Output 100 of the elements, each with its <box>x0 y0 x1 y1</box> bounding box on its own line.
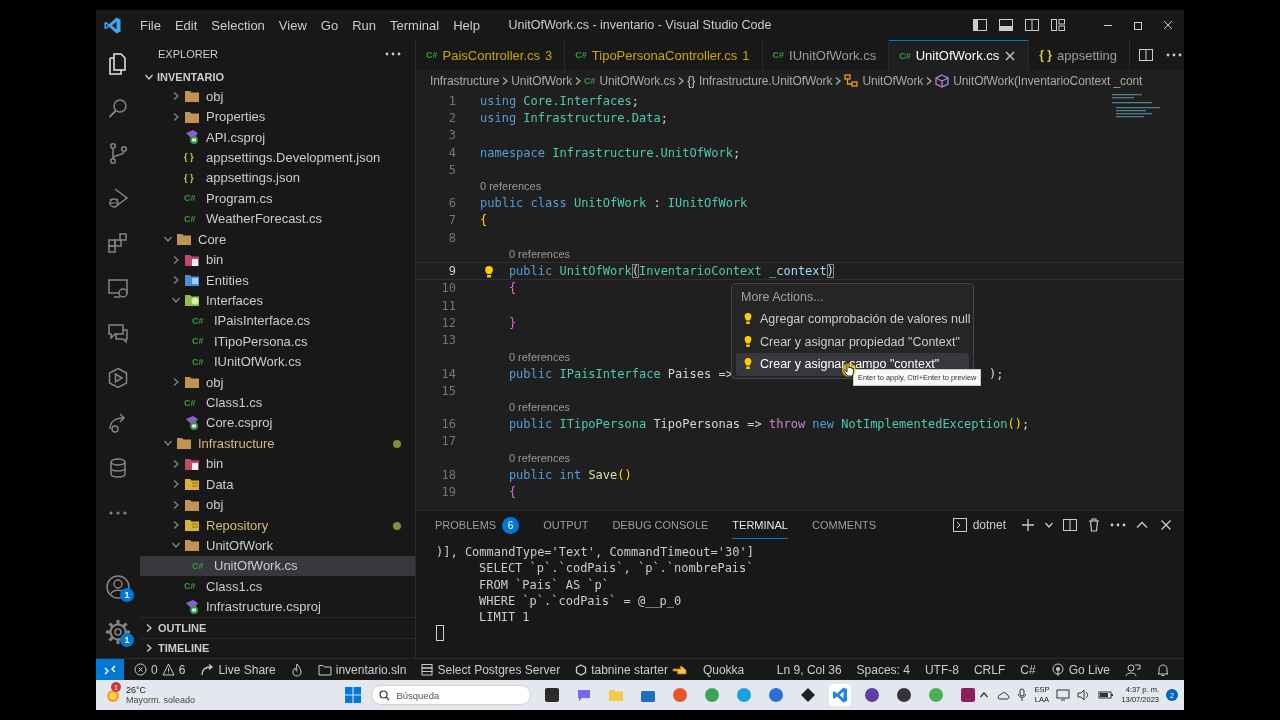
chevron-icon[interactable] <box>171 499 181 510</box>
tree-item[interactable]: API.csproj <box>140 126 415 148</box>
microphone-icon[interactable] <box>1017 688 1028 702</box>
menu-item[interactable]: View <box>271 14 314 36</box>
breadcrumb-item[interactable]: UnitOfWork <box>511 74 573 88</box>
status-item[interactable]: UTF-8 <box>924 662 959 677</box>
status-item[interactable]: Ln 9, Col 36 <box>776 662 842 677</box>
tree-item[interactable]: C# WeatherForecast.cs <box>140 208 415 229</box>
app-icon[interactable] <box>896 687 913 703</box>
split-icon[interactable] <box>1062 517 1078 533</box>
blocks-icon[interactable] <box>106 230 130 255</box>
search-field[interactable]: Búsqueda <box>371 685 532 705</box>
app-icon[interactable] <box>800 687 817 703</box>
more-icon[interactable] <box>385 52 401 56</box>
chevron-icon[interactable] <box>171 458 181 469</box>
trash-icon[interactable] <box>1086 517 1102 533</box>
menu-item[interactable]: Terminal <box>383 14 447 36</box>
chevron-icon[interactable] <box>171 91 181 102</box>
problems-indicator[interactable]: 0 6 <box>134 662 186 677</box>
tree-item[interactable]: Core <box>140 228 415 250</box>
chevron-icon[interactable] <box>171 111 181 122</box>
tree-item[interactable]: bin <box>140 249 415 270</box>
close-icon[interactable] <box>1004 49 1017 62</box>
menu-item[interactable]: Selection <box>204 14 272 36</box>
terminal-selector[interactable]: dotnet <box>951 517 1006 533</box>
breadcrumb-item[interactable]: {} Infrastructure.UnitOfWork <box>687 74 833 88</box>
app-icon[interactable] <box>960 687 977 703</box>
editor-tab[interactable]: { } appsetting <box>1029 40 1130 70</box>
layout-grid-icon[interactable] <box>1050 17 1066 33</box>
codelens-link[interactable]: 0 references <box>508 248 571 261</box>
codelens-link[interactable]: 0 references <box>508 401 571 414</box>
flame-icon[interactable] <box>290 662 303 677</box>
vscode-logo-icon[interactable] <box>104 16 121 34</box>
tree-item[interactable]: Properties <box>140 106 415 127</box>
tree-item[interactable]: Core.csproj <box>140 412 415 434</box>
codelens-link[interactable]: 0 references <box>480 180 542 193</box>
panel-tab[interactable]: PROBLEMS 6 <box>435 511 520 539</box>
status-item[interactable]: Spaces: 4 <box>856 662 910 677</box>
sidebar-toggle-icon[interactable] <box>972 17 988 33</box>
chevron-icon[interactable] <box>144 622 154 633</box>
panel-toggle-icon[interactable] <box>998 17 1014 33</box>
app-icon[interactable] <box>544 687 561 703</box>
menu-item[interactable]: Crear y asignar propiedad "Context" <box>736 330 969 353</box>
tree-item[interactable]: C# Class1.cs <box>140 576 415 597</box>
chevron-icon[interactable] <box>171 254 181 265</box>
split-editor-icon[interactable] <box>1138 47 1154 63</box>
monitor-icon[interactable] <box>1056 689 1071 701</box>
tree-item[interactable]: Data <box>140 474 415 495</box>
tree-item[interactable]: UnitOfWork <box>140 535 415 556</box>
breadcrumb-item[interactable]: C# UnitOfWork.cs <box>584 74 676 88</box>
minimap-drawing[interactable] <box>1112 94 1160 120</box>
tree-item[interactable]: Infrastructure.csproj <box>140 596 415 617</box>
chevron-icon[interactable] <box>144 72 154 82</box>
tree-item[interactable]: obj <box>140 371 415 393</box>
status-item[interactable]: inventario.sln <box>317 662 407 677</box>
status-item[interactable]: tabnine starter <box>575 662 688 677</box>
tree-item[interactable]: C# Class1.cs <box>140 392 415 413</box>
menu-item[interactable]: Edit <box>167 14 205 36</box>
chevron-icon[interactable] <box>171 479 181 490</box>
panel-tab[interactable]: DEBUG CONSOLE <box>612 511 709 539</box>
editor-tab[interactable]: C# PaisController.cs 3 <box>416 40 566 70</box>
status-item[interactable]: Go Live <box>1050 662 1110 677</box>
tree-item[interactable]: Entities <box>140 269 415 291</box>
tree-item[interactable]: C# IUnitOfWork.cs <box>140 351 415 372</box>
panel-tab[interactable]: TERMINAL <box>732 511 788 539</box>
hexagon-play-icon[interactable] <box>106 365 130 390</box>
codelens-link[interactable]: 0 references <box>508 452 571 465</box>
folder-header[interactable]: INVENTARIO <box>140 68 415 86</box>
status-item[interactable]: C# <box>1020 662 1036 677</box>
status-item[interactable]: Select Postgres Server <box>421 662 561 677</box>
menu-item[interactable]: Agregar comprobación de valores null <box>736 308 969 331</box>
chevron-icon[interactable] <box>144 643 154 654</box>
feedback-person-icon[interactable] <box>1125 662 1141 677</box>
plus-icon[interactable] <box>1020 517 1036 533</box>
windows-start-icon[interactable] <box>345 687 362 703</box>
section-header[interactable]: OUTLINE <box>140 617 415 638</box>
editor-tab[interactable]: C# TipoPersonaController.cs 1 <box>565 40 763 70</box>
codelens-link[interactable]: 0 references <box>508 350 571 363</box>
split-layout-icon[interactable] <box>1024 17 1040 33</box>
status-item[interactable]: Live Share <box>200 662 276 677</box>
tree-item[interactable]: C# Program.cs <box>140 188 415 209</box>
editor-tab[interactable]: C# UnitOfWork.cs <box>889 40 1030 70</box>
tree-item[interactable]: C# UnitOfWork.cs <box>140 555 415 577</box>
tree-item[interactable]: obj <box>140 86 415 107</box>
bell-icon[interactable] <box>1156 662 1170 677</box>
account-icon[interactable] <box>105 573 131 600</box>
chevron-icon[interactable] <box>1044 520 1054 530</box>
bug-play-icon[interactable] <box>106 185 130 210</box>
more-icon[interactable] <box>1110 523 1126 527</box>
cloud-icon[interactable] <box>996 689 1011 701</box>
app-icon[interactable] <box>864 687 881 703</box>
status-item[interactable]: Quokka <box>702 662 745 677</box>
breadcrumb-item[interactable]: Infrastructure <box>430 74 500 88</box>
tree-item[interactable]: Repository <box>140 514 415 536</box>
tree-item[interactable]: C# IPaisInterface.cs <box>140 310 415 332</box>
panel-tab[interactable]: OUTPUT <box>543 511 589 539</box>
panel-tab[interactable]: COMMENTS <box>811 511 877 539</box>
status-item[interactable]: CRLF <box>973 662 1006 677</box>
menu-item[interactable]: Go <box>313 14 346 36</box>
tree-item[interactable]: { } appsettings.json <box>140 167 415 189</box>
